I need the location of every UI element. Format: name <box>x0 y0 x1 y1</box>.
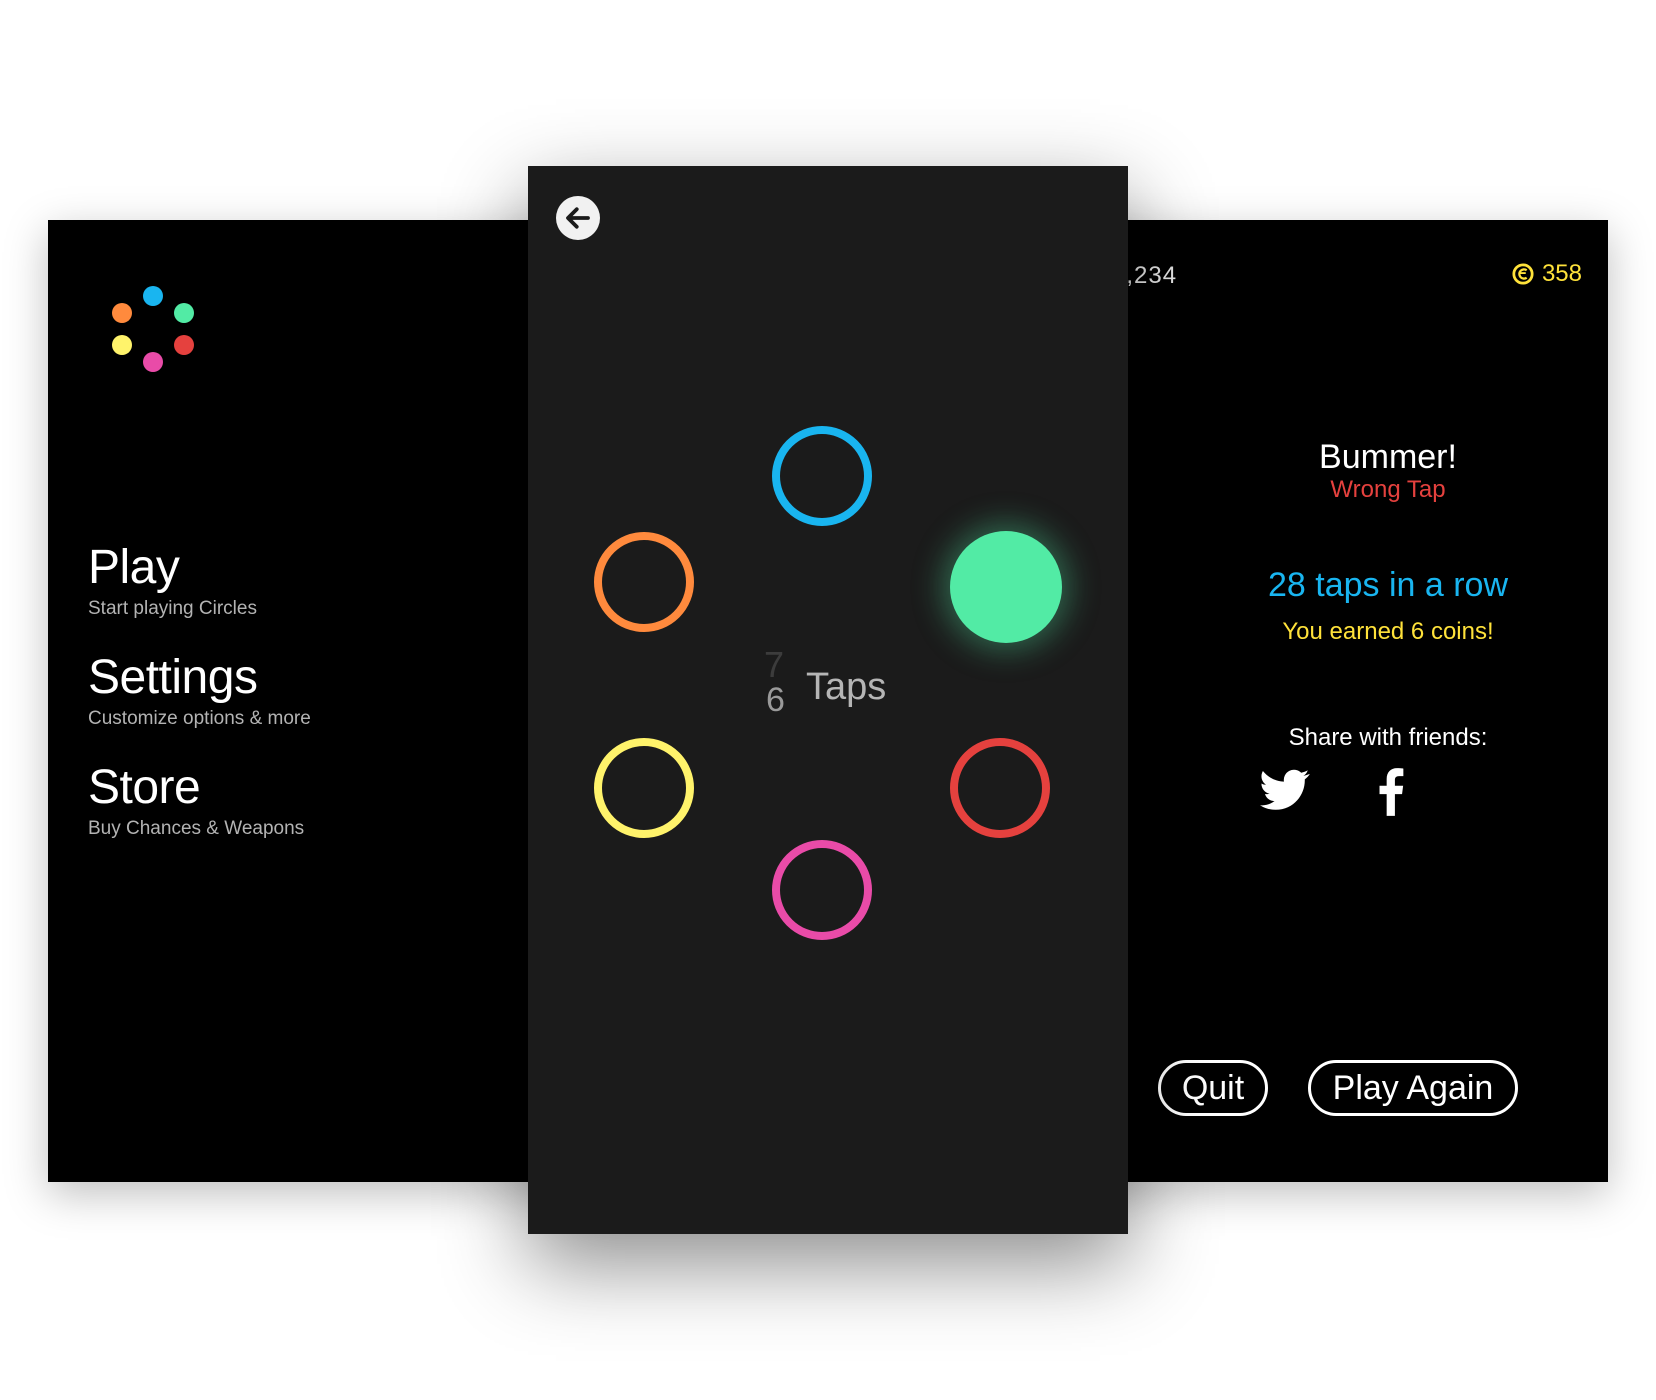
coin-count: 358 <box>1541 260 1582 287</box>
share-label: Share with friends: <box>1288 724 1488 751</box>
menu-item-subtitle: Start playing Circles <box>88 598 257 619</box>
app-logo <box>103 286 203 386</box>
circle-red[interactable] <box>950 738 1050 838</box>
menu-item-title: Play <box>88 541 180 594</box>
coin-icon <box>1512 263 1534 285</box>
menu-item-subtitle: Buy Chances & Weapons <box>88 818 305 839</box>
back-button[interactable] <box>556 196 600 240</box>
result-title: Bummer! <box>1319 438 1457 476</box>
logo-dot <box>143 286 163 306</box>
facebook-button[interactable] <box>1378 768 1404 821</box>
circle-pink[interactable] <box>772 840 872 940</box>
logo-dot <box>112 303 132 323</box>
result-reason: Wrong Tap <box>1330 476 1446 503</box>
logo-dot <box>174 303 194 323</box>
game-screen: 7 6 Taps <box>528 166 1128 1234</box>
logo-dot <box>143 352 163 372</box>
coin-balance: 358 <box>1512 260 1582 288</box>
menu-item-settings[interactable]: Settings Customize options & more <box>88 652 311 730</box>
menu-item-title: Store <box>88 761 201 814</box>
menu-item-title: Settings <box>88 651 258 704</box>
menu-item-store[interactable]: Store Buy Chances & Weapons <box>88 762 304 840</box>
circle-orange[interactable] <box>594 532 694 632</box>
menu-item-play[interactable]: Play Start playing Circles <box>88 542 257 620</box>
logo-dot <box>112 335 132 355</box>
taps-previous: 7 <box>764 644 785 685</box>
facebook-icon <box>1379 768 1404 816</box>
circle-blue[interactable] <box>772 426 872 526</box>
play-again-button[interactable]: Play Again <box>1308 1060 1518 1116</box>
quit-button[interactable]: Quit <box>1158 1060 1268 1116</box>
twitter-button[interactable] <box>1260 768 1310 817</box>
twitter-icon <box>1260 769 1310 810</box>
taps-count: 6 <box>766 681 785 719</box>
circle-green[interactable] <box>950 531 1062 643</box>
circle-yellow[interactable] <box>594 738 694 838</box>
earned-text: You earned 6 coins! <box>1282 618 1494 645</box>
taps-label: Taps <box>806 666 887 708</box>
arrow-left-icon <box>566 207 590 229</box>
logo-dot <box>174 335 194 355</box>
menu-item-subtitle: Customize options & more <box>88 708 311 729</box>
streak-text: 28 taps in a row <box>1267 566 1509 604</box>
